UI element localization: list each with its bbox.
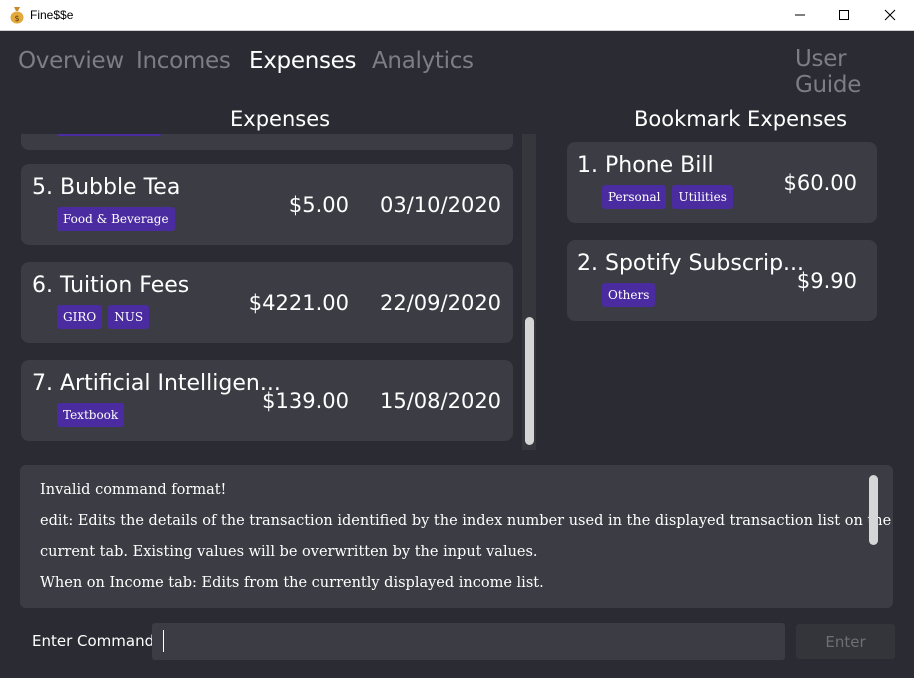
bookmark-title: 2. Spotify Subscrip...: [577, 251, 805, 276]
tag: NUS: [108, 305, 150, 329]
minimize-icon: [795, 14, 805, 16]
tab-expenses[interactable]: Expenses: [249, 48, 356, 74]
user-guide-button[interactable]: User Guide: [795, 46, 914, 98]
maximize-button[interactable]: [821, 0, 867, 30]
bookmark-panel-title: Bookmark Expenses: [634, 107, 848, 131]
list-item[interactable]: 5. Bubble Tea Food & Beverage $5.00 03/1…: [21, 164, 513, 245]
enter-button[interactable]: Enter: [796, 624, 895, 659]
expenses-panel-title: Expenses: [230, 107, 331, 131]
expenses-scrollbar-thumb[interactable]: [525, 317, 534, 445]
tag-list: Personal Utilities: [602, 185, 739, 209]
tag: Textbook: [57, 403, 125, 427]
expenses-list: 5. Bubble Tea Food & Beverage $5.00 03/1…: [0, 134, 540, 450]
tag: Utilities: [672, 185, 733, 209]
close-icon: [884, 9, 896, 21]
tag: Food & Beverage: [57, 207, 175, 231]
expense-amount: $139.00: [262, 389, 349, 413]
expense-title: 6. Tuition Fees: [32, 273, 190, 298]
tag: Personal: [602, 185, 667, 209]
expense-date: 15/08/2020: [380, 389, 502, 413]
tag-list: GIRO NUS: [57, 305, 155, 329]
tag: Others: [602, 283, 656, 307]
minimize-button[interactable]: [777, 0, 823, 30]
tag-list: Textbook: [57, 403, 130, 427]
maximize-icon: [839, 10, 849, 20]
bookmark-amount: $9.90: [796, 269, 857, 293]
expense-amount: $4221.00: [248, 291, 349, 315]
list-item[interactable]: 7. Artificial Intelligen... Textbook $13…: [21, 360, 513, 441]
app-main: Overview Incomes Expenses Analytics User…: [0, 31, 914, 678]
list-item[interactable]: 6. Tuition Fees GIRO NUS $4221.00 22/09/2…: [21, 262, 513, 343]
expense-amount: $5.00: [288, 193, 349, 217]
bookmark-item[interactable]: 1. Phone Bill Personal Utilities $60.00: [567, 142, 877, 223]
close-button[interactable]: [867, 0, 913, 30]
expense-title: 5. Bubble Tea: [32, 175, 181, 200]
result-line: When on Income tab: Edits from the curre…: [40, 575, 544, 591]
command-input[interactable]: [152, 623, 785, 660]
tab-bar: Overview Incomes Expenses Analytics User…: [0, 31, 914, 98]
tag-list: Others: [602, 283, 661, 307]
window-titlebar: $ Fine$$e: [0, 0, 914, 31]
tab-analytics[interactable]: Analytics: [372, 48, 474, 74]
tag: GIRO: [57, 305, 103, 329]
expense-date: 22/09/2020: [380, 291, 502, 315]
tab-overview[interactable]: Overview: [18, 48, 124, 74]
list-item-partial[interactable]: [21, 134, 513, 150]
result-line: edit: Edits the details of the transacti…: [40, 513, 892, 529]
tag-partial: [57, 134, 161, 136]
money-bag-icon: $: [10, 7, 24, 24]
result-line: current tab. Existing values will be ove…: [40, 544, 538, 560]
text-caret: [163, 630, 164, 652]
window-title: Fine$$e: [30, 8, 74, 22]
bookmark-item[interactable]: 2. Spotify Subscrip... Others $9.90: [567, 240, 877, 321]
command-label: Enter Command:: [32, 632, 160, 650]
result-display: Invalid command format! edit: Edits the …: [20, 465, 893, 608]
expense-title: 7. Artificial Intelligen...: [32, 371, 281, 396]
result-line: Invalid command format!: [40, 482, 227, 498]
bookmark-amount: $60.00: [783, 171, 857, 195]
bookmark-title: 1. Phone Bill: [577, 153, 714, 178]
expense-date: 03/10/2020: [380, 193, 502, 217]
tab-incomes[interactable]: Incomes: [136, 48, 231, 74]
tag-list: Food & Beverage: [57, 207, 181, 231]
svg-text:$: $: [14, 14, 19, 23]
result-scrollbar-thumb[interactable]: [869, 475, 878, 545]
